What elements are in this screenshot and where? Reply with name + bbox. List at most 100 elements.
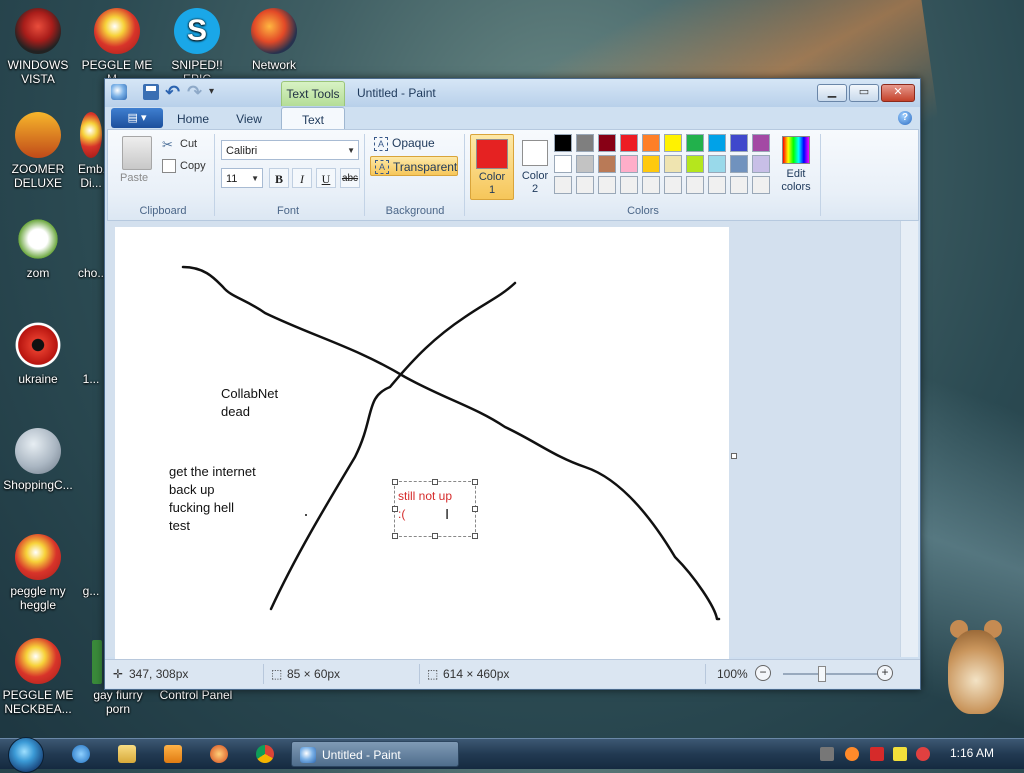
active-text-content[interactable]: still not up :( (398, 487, 452, 523)
resize-handle[interactable] (392, 479, 398, 485)
font-size-select[interactable]: 11 ▼ (221, 168, 263, 188)
strikethrough-button[interactable]: abc (340, 168, 360, 188)
palette-swatch[interactable] (730, 134, 748, 152)
active-text-box[interactable]: still not up :( I (392, 479, 478, 539)
palette-swatch[interactable] (598, 134, 616, 152)
desktop-icon-zom[interactable]: zom (0, 216, 76, 280)
paste-icon[interactable] (122, 136, 152, 170)
bold-button[interactable]: B (269, 168, 289, 188)
palette-swatch[interactable] (598, 176, 616, 194)
palette-swatch[interactable] (664, 176, 682, 194)
desktop-icon-network[interactable]: Network (236, 8, 312, 72)
palette-swatch[interactable] (686, 134, 704, 152)
vertical-scrollbar[interactable] (900, 221, 918, 657)
minimize-button[interactable]: ▁ (817, 84, 847, 102)
resize-handle[interactable] (432, 533, 438, 539)
maximize-button[interactable]: ▭ (849, 84, 879, 102)
palette-swatch[interactable] (620, 134, 638, 152)
folder-icon[interactable] (118, 745, 136, 763)
desktop-icon-shopping[interactable]: ShoppingC... (0, 428, 76, 492)
font-family-select[interactable]: Calibri ▼ (221, 140, 359, 160)
copy-icon[interactable] (162, 159, 176, 173)
undo-icon[interactable]: ↶ (165, 83, 181, 101)
palette-swatch[interactable] (620, 176, 638, 194)
chrome-icon[interactable] (256, 745, 274, 763)
palette-swatch[interactable] (642, 134, 660, 152)
game-icon[interactable] (210, 745, 228, 763)
palette-swatch[interactable] (686, 155, 704, 173)
desktop-icon-sniped[interactable]: S SNIPED!! EPIC (156, 8, 238, 86)
palette-swatch[interactable] (708, 176, 726, 194)
cut-button[interactable]: Cut (180, 138, 197, 150)
title-bar[interactable]: ↶ ↷ ▾ Text Tools Untitled - Paint ▁ ▭ ✕ (105, 79, 920, 107)
quick-access-dropdown-icon[interactable]: ▾ (209, 84, 225, 100)
palette-swatch[interactable] (576, 155, 594, 173)
resize-handle[interactable] (472, 506, 478, 512)
zoom-slider-thumb[interactable] (818, 666, 826, 682)
palette-swatch[interactable] (598, 155, 616, 173)
palette-swatch[interactable] (576, 134, 594, 152)
resize-handle[interactable] (472, 479, 478, 485)
palette-swatch[interactable] (554, 176, 572, 194)
zoom-slider-track[interactable] (783, 673, 883, 675)
palette-swatch[interactable] (620, 155, 638, 173)
palette-swatch[interactable] (752, 176, 770, 194)
palette-swatch[interactable] (664, 155, 682, 173)
palette-swatch[interactable] (708, 155, 726, 173)
desktop-icon-zoomer[interactable]: ZOOMER DELUXE (0, 112, 76, 190)
underline-button[interactable]: U (316, 168, 336, 188)
transparent-button[interactable]: A Transparent (370, 156, 458, 176)
palette-swatch[interactable] (752, 134, 770, 152)
zoom-in-button[interactable]: + (877, 665, 893, 681)
paint-menu-button[interactable]: ▤ ▾ (111, 108, 163, 128)
edit-colors-button[interactable]: Edit colors (776, 134, 816, 194)
help-icon[interactable]: ? (898, 111, 912, 125)
close-button[interactable]: ✕ (881, 84, 915, 102)
save-icon[interactable] (143, 84, 159, 100)
tab-text[interactable]: Text (281, 107, 345, 130)
zoom-out-button[interactable]: − (755, 665, 771, 681)
desktop-icon-g[interactable]: g... (78, 534, 104, 598)
palette-swatch[interactable] (686, 176, 704, 194)
desktop-icon-peggle-heggle[interactable]: peggle my heggle (0, 534, 76, 612)
resize-handle[interactable] (392, 533, 398, 539)
palette-swatch[interactable] (554, 134, 572, 152)
italic-button[interactable]: I (292, 168, 312, 188)
paste-button[interactable]: Paste (120, 172, 148, 184)
resize-handle[interactable] (432, 479, 438, 485)
drawing-canvas[interactable]: CollabNet dead get the internet back up … (115, 227, 729, 659)
palette-swatch[interactable] (664, 134, 682, 152)
palette-swatch[interactable] (576, 176, 594, 194)
copy-button[interactable]: Copy (180, 160, 206, 172)
internet-explorer-icon[interactable] (72, 745, 90, 763)
palette-swatch[interactable] (642, 176, 660, 194)
tab-view[interactable]: View (227, 110, 271, 129)
canvas-resize-handle[interactable] (731, 453, 737, 459)
tray-search-icon[interactable] (845, 747, 859, 761)
color1-button[interactable]: Color 1 (470, 134, 514, 200)
desktop-icon-emb[interactable]: Emb... Di... (78, 112, 104, 190)
tray-battery-icon[interactable] (893, 747, 907, 761)
opaque-button[interactable]: A Opaque (370, 134, 435, 152)
paint-app-icon[interactable] (111, 84, 127, 100)
tray-app-icon[interactable] (820, 747, 834, 761)
tray-flag-icon[interactable] (870, 747, 884, 761)
desktop-icon-ukraine[interactable]: ukraine (0, 322, 76, 386)
desktop-icon-control-panel[interactable]: Control Panel (156, 688, 236, 702)
resize-handle[interactable] (472, 533, 478, 539)
tab-home[interactable]: Home (171, 110, 215, 129)
taskbar-paint-button[interactable]: Untitled - Paint (291, 741, 459, 767)
scissors-icon[interactable]: ✂ (162, 137, 173, 153)
color2-button[interactable]: Color 2 (516, 134, 558, 198)
palette-swatch[interactable] (642, 155, 660, 173)
palette-swatch[interactable] (730, 155, 748, 173)
tray-record-icon[interactable] (916, 747, 930, 761)
palette-swatch[interactable] (752, 155, 770, 173)
palette-swatch[interactable] (708, 134, 726, 152)
palette-swatch[interactable] (730, 176, 748, 194)
desktop-icon-peggle[interactable]: PEGGLE ME M... (78, 8, 156, 86)
media-player-icon[interactable] (164, 745, 182, 763)
taskbar-clock[interactable]: 1:16 AM (950, 746, 994, 760)
desktop-icon-cho[interactable]: cho... (78, 216, 104, 280)
redo-icon[interactable]: ↷ (187, 83, 203, 101)
